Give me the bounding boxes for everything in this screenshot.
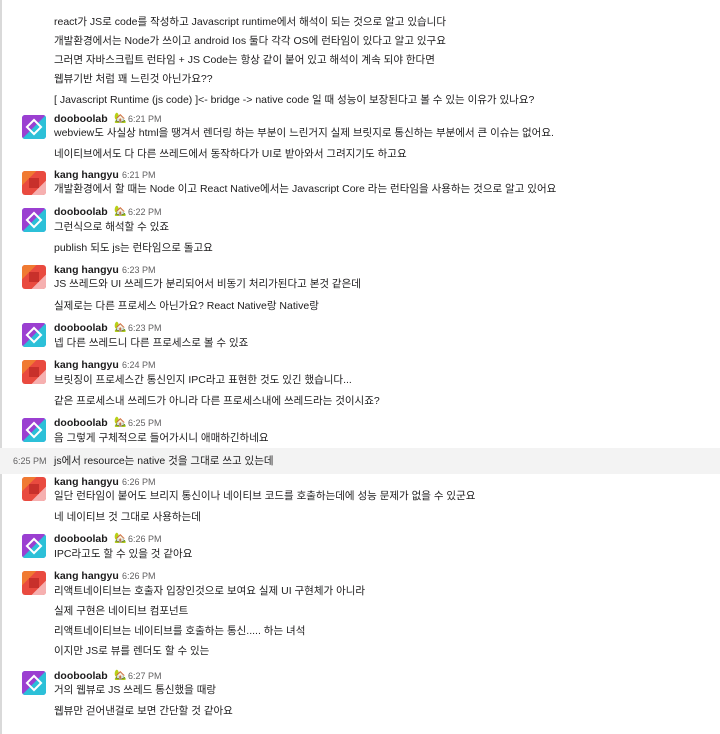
house-emoji-icon: 🏡 <box>114 417 127 428</box>
house-emoji-icon: 🏡 <box>114 670 127 681</box>
message-text: 네 네이티브 것 그대로 사용하는데 <box>54 511 201 523</box>
message[interactable]: dooboolab 🏡 6:26 PM IPC라고도 할 수 있을 것 같아요 <box>0 527 720 565</box>
avatar[interactable] <box>22 208 46 232</box>
message-text: 넵 다른 쓰레드니 다른 프로세스로 볼 수 있죠 <box>54 337 249 349</box>
message-text: 이지만 JS로 뷰를 렌더도 할 수 있는 <box>54 645 210 657</box>
message-text: js에서 resource는 native 것을 그대로 쓰고 있는데 <box>54 455 274 467</box>
timestamp[interactable]: 6:26 PM <box>122 477 156 487</box>
author-name[interactable]: dooboolab <box>54 206 108 218</box>
message-text: 그러면 자바스크립트 런타임 + JS Code는 항상 같이 붙어 있고 해석… <box>54 54 435 66</box>
house-emoji-icon: 🏡 <box>114 206 127 217</box>
timestamp[interactable]: 6:24 PM <box>122 360 156 370</box>
timestamp[interactable]: 6:21 PM <box>128 114 162 124</box>
avatar[interactable] <box>22 265 46 289</box>
message-text: 리액트네이티브는 호출자 입장인것으로 보여요 실제 UI 구현체가 아니라 <box>54 585 366 597</box>
message[interactable]: react가 JS로 code를 작성하고 Javascript runtime… <box>0 4 720 111</box>
message-text: publish 되도 js는 런타임으로 돌고요 <box>54 242 213 254</box>
message-text: 거의 웹뷰로 JS 쓰레드 통신했을 때랑 <box>54 684 217 696</box>
message-text: JS 쓰레드와 UI 쓰레드가 분리되어서 비동기 처리가된다고 본것 같은데 <box>54 278 361 290</box>
house-emoji-icon: 🏡 <box>114 113 127 124</box>
message-text: 웹뷰만 걷어낸걸로 보면 간단할 것 같아요 <box>54 705 233 717</box>
timestamp[interactable]: 6:27 PM <box>128 671 162 681</box>
author-name[interactable]: dooboolab <box>54 533 108 545</box>
avatar[interactable] <box>22 534 46 558</box>
timestamp[interactable]: 6:23 PM <box>122 265 156 275</box>
message-text: 그런식으로 해석할 수 있죠 <box>54 221 170 233</box>
message-text: 일단 런타임이 붙어도 브리지 통신이나 네이티브 코드를 호출하는데에 성능 … <box>54 490 476 502</box>
message-text: 음 그렇게 구체적으로 들어가시니 애매하긴하네요 <box>54 432 269 444</box>
avatar[interactable] <box>22 671 46 695</box>
author-name[interactable]: dooboolab <box>54 322 108 334</box>
avatar[interactable] <box>22 360 46 384</box>
timestamp[interactable]: 6:26 PM <box>128 534 162 544</box>
author-name[interactable]: kang hangyu <box>54 476 119 488</box>
message-text: 브릿징이 프로세스간 통신인지 IPC라고 표현한 것도 있긴 했습니다... <box>54 374 352 386</box>
message-text: react가 JS로 code를 작성하고 Javascript runtime… <box>54 16 446 28</box>
timestamp[interactable]: 6:21 PM <box>122 170 156 180</box>
message-text: IPC라고도 할 수 있을 것 같아요 <box>54 548 193 560</box>
avatar[interactable] <box>22 418 46 442</box>
message[interactable]: dooboolab 🏡 6:27 PM 거의 웹뷰로 JS 쓰레드 통신했을 때랑웹뷰… <box>0 664 720 722</box>
message-text: webview도 사실상 html을 땡겨서 렌더링 하는 부분이 느린거지 실… <box>54 127 554 139</box>
avatar[interactable] <box>22 115 46 139</box>
message-text: 개발환경에서 할 때는 Node 이고 React Native에서는 Java… <box>54 183 557 195</box>
avatar[interactable] <box>22 477 46 501</box>
author-name[interactable]: dooboolab <box>54 113 108 125</box>
timestamp[interactable]: 6:22 PM <box>128 207 162 217</box>
avatar[interactable] <box>22 171 46 195</box>
message-text: 실제 구현은 네이티브 컴포넌트 <box>54 605 189 617</box>
message-text: [ Javascript Runtime (js code) ]<- bridg… <box>54 94 535 106</box>
timestamp[interactable]: 6:23 PM <box>128 323 162 333</box>
avatar[interactable] <box>22 571 46 595</box>
hover-timestamp[interactable]: 6:25 PM <box>13 456 47 466</box>
message-text: 리액트네이티브는 네이티브를 호출하는 통신..... 하는 녀석 <box>54 625 306 637</box>
message[interactable]: kang hangyu 6:23 PM JS 쓰레드와 UI 쓰레드가 분리되어서 … <box>0 258 720 317</box>
message[interactable]: dooboolab 🏡 6:22 PM 그런식으로 해석할 수 있죠 publish 되… <box>0 201 720 259</box>
author-name[interactable]: dooboolab <box>54 417 108 429</box>
author-name[interactable]: kang hangyu <box>54 169 119 181</box>
message-feed: react가 JS로 code를 작성하고 Javascript runtime… <box>0 0 720 734</box>
message-text: 개발환경에서는 Node가 쓰이고 android Ios 둘다 각각 OS에 … <box>54 35 446 47</box>
timestamp[interactable]: 6:25 PM <box>128 418 162 428</box>
message-text: 같은 프로세스내 쓰레드가 아니라 다른 프로세스내에 쓰레드라는 것이시죠? <box>54 395 380 407</box>
author-name[interactable]: kang hangyu <box>54 264 119 276</box>
author-name[interactable]: dooboolab <box>54 670 108 682</box>
message[interactable]: dooboolab 🏡 6:21 PM webview도 사실상 html을 땡겨서 … <box>0 108 720 165</box>
message[interactable]: kang hangyu 6:26 PM 일단 런타임이 붙어도 브리지 통신이나 네… <box>0 470 720 528</box>
timestamp[interactable]: 6:26 PM <box>122 571 156 581</box>
message[interactable]: kang hangyu 6:21 PM 개발환경에서 할 때는 Node 이고 Re… <box>0 164 720 200</box>
author-name[interactable]: kang hangyu <box>54 359 119 371</box>
avatar[interactable] <box>22 323 46 347</box>
message-text: 웹뷰기반 처럼 꽤 느린것 아닌가요?? <box>54 73 213 85</box>
author-name[interactable]: kang hangyu <box>54 570 119 582</box>
message-text: 실제로는 다른 프로세스 아닌가요? React Native랑 Native랑 <box>54 300 319 312</box>
house-emoji-icon: 🏡 <box>114 322 127 333</box>
house-emoji-icon: 🏡 <box>114 533 127 544</box>
message[interactable]: dooboolab 🏡 6:23 PM 넵 다른 쓰레드니 다른 프로세스로 볼 수 … <box>0 316 720 354</box>
message[interactable]: kang hangyu 6:26 PM 리액트네이티브는 호출자 입장인것으로 보여… <box>0 564 720 662</box>
message-text: 네이티브에서도 다 다른 쓰레드에서 동작하다가 UI로 받아와서 그려지기도 … <box>54 148 407 160</box>
message[interactable]: dooboolab 🏡 6:25 PM 음 그렇게 구체적으로 들어가시니 애매하긴하… <box>0 411 720 449</box>
message[interactable]: kang hangyu 6:24 PM 브릿징이 프로세스간 통신인지 IPC라고 … <box>0 353 720 412</box>
